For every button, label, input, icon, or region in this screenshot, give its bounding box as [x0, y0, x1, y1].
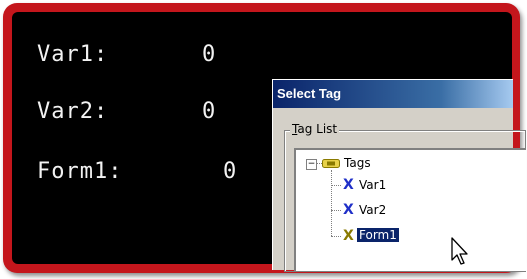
- form1-label: Form1:: [37, 159, 123, 184]
- dialog-title: Select Tag: [277, 86, 342, 101]
- dialog-titlebar[interactable]: Select Tag: [273, 80, 513, 108]
- tree-connector-var2: [331, 210, 341, 211]
- var2-row: Var2: 0: [37, 99, 215, 124]
- tree-item-tags[interactable]: Tags: [344, 156, 371, 170]
- mouse-pointer-icon: [451, 237, 468, 265]
- tree-item-var2[interactable]: Var2: [359, 203, 386, 217]
- variable-x-icon: X: [343, 177, 354, 193]
- formula-x-icon: X: [343, 228, 354, 244]
- var1-value: 0: [202, 42, 217, 67]
- tag-list-group-label: Tag List: [290, 122, 340, 136]
- tree-connector-form1: [331, 236, 341, 237]
- var1-row: Var1: 0: [37, 42, 215, 67]
- tree-item-form1[interactable]: Form1: [357, 228, 399, 242]
- collapse-expander-icon[interactable]: −: [306, 159, 317, 170]
- form1-row: Form1: 0: [37, 159, 236, 184]
- tag-tree-view[interactable]: − Tags X Var1 X Var2 X Form1: [294, 148, 526, 271]
- form1-value: 0: [223, 159, 238, 184]
- tag-list-label-rest: ag List: [297, 122, 338, 136]
- var2-label: Var2:: [37, 99, 109, 124]
- tree-connector-vertical: [331, 170, 332, 236]
- tags-folder-icon: [322, 159, 340, 168]
- tree-item-var1[interactable]: Var1: [359, 178, 386, 192]
- variable-x-icon: X: [343, 202, 354, 218]
- var2-value: 0: [202, 99, 217, 124]
- var1-label: Var1:: [37, 42, 109, 67]
- tree-connector-var1: [331, 185, 341, 186]
